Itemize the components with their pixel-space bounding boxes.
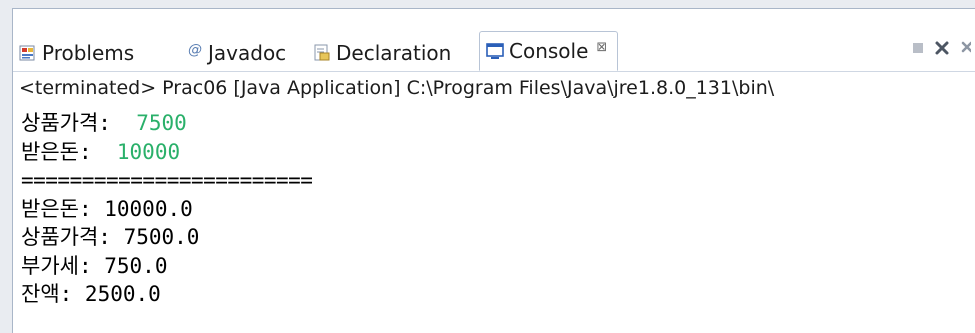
tab-console[interactable]: Console ⊠ xyxy=(479,31,619,71)
console-line: 잔액: 2500.0 xyxy=(21,282,161,306)
tab-declaration[interactable]: Declaration xyxy=(313,37,451,69)
close-icon[interactable]: ⊠ xyxy=(596,40,607,55)
console-status-line: <terminated> Prac06 [Java Application] C… xyxy=(19,77,775,99)
console-toolbar xyxy=(909,39,975,57)
declaration-icon xyxy=(313,44,331,62)
remove-launch-icon[interactable] xyxy=(933,39,951,57)
at-sign-icon: @ xyxy=(188,42,202,58)
remove-all-icon[interactable] xyxy=(957,39,975,57)
console-line: 상품가격: 7500.0 xyxy=(21,225,200,249)
console-output[interactable]: 상품가격: 7500 받은돈: 10000 ==================… xyxy=(21,109,313,309)
tab-javadoc[interactable]: @ Javadoc xyxy=(188,37,286,69)
eclipse-console-view: Problems @ Javadoc Declaration Console ⊠… xyxy=(12,8,975,333)
tab-problems-label: Problems xyxy=(42,41,135,65)
console-user-input: 7500 xyxy=(136,111,187,135)
console-line: 상품가격: 7500 xyxy=(21,109,312,138)
tab-console-label: Console xyxy=(509,39,589,63)
console-icon xyxy=(486,42,504,60)
console-prompt-label: 상품가격: xyxy=(21,111,137,135)
tab-javadoc-label: Javadoc xyxy=(208,41,287,65)
problems-icon xyxy=(19,44,37,62)
terminate-icon[interactable] xyxy=(909,39,927,57)
tab-problems[interactable]: Problems xyxy=(19,37,134,69)
tab-declaration-label: Declaration xyxy=(336,41,452,65)
console-line: 부가세: 750.0 xyxy=(21,253,168,278)
console-line: 받은돈: 10000 xyxy=(21,138,312,167)
console-prompt-label: 받은돈: xyxy=(21,139,117,164)
view-tab-bar: Problems @ Javadoc Declaration Console ⊠ xyxy=(13,9,975,72)
console-line-separator: ======================== xyxy=(21,168,313,192)
console-line: 받은돈: 10000.0 xyxy=(21,196,193,221)
console-user-input: 10000 xyxy=(116,139,181,164)
